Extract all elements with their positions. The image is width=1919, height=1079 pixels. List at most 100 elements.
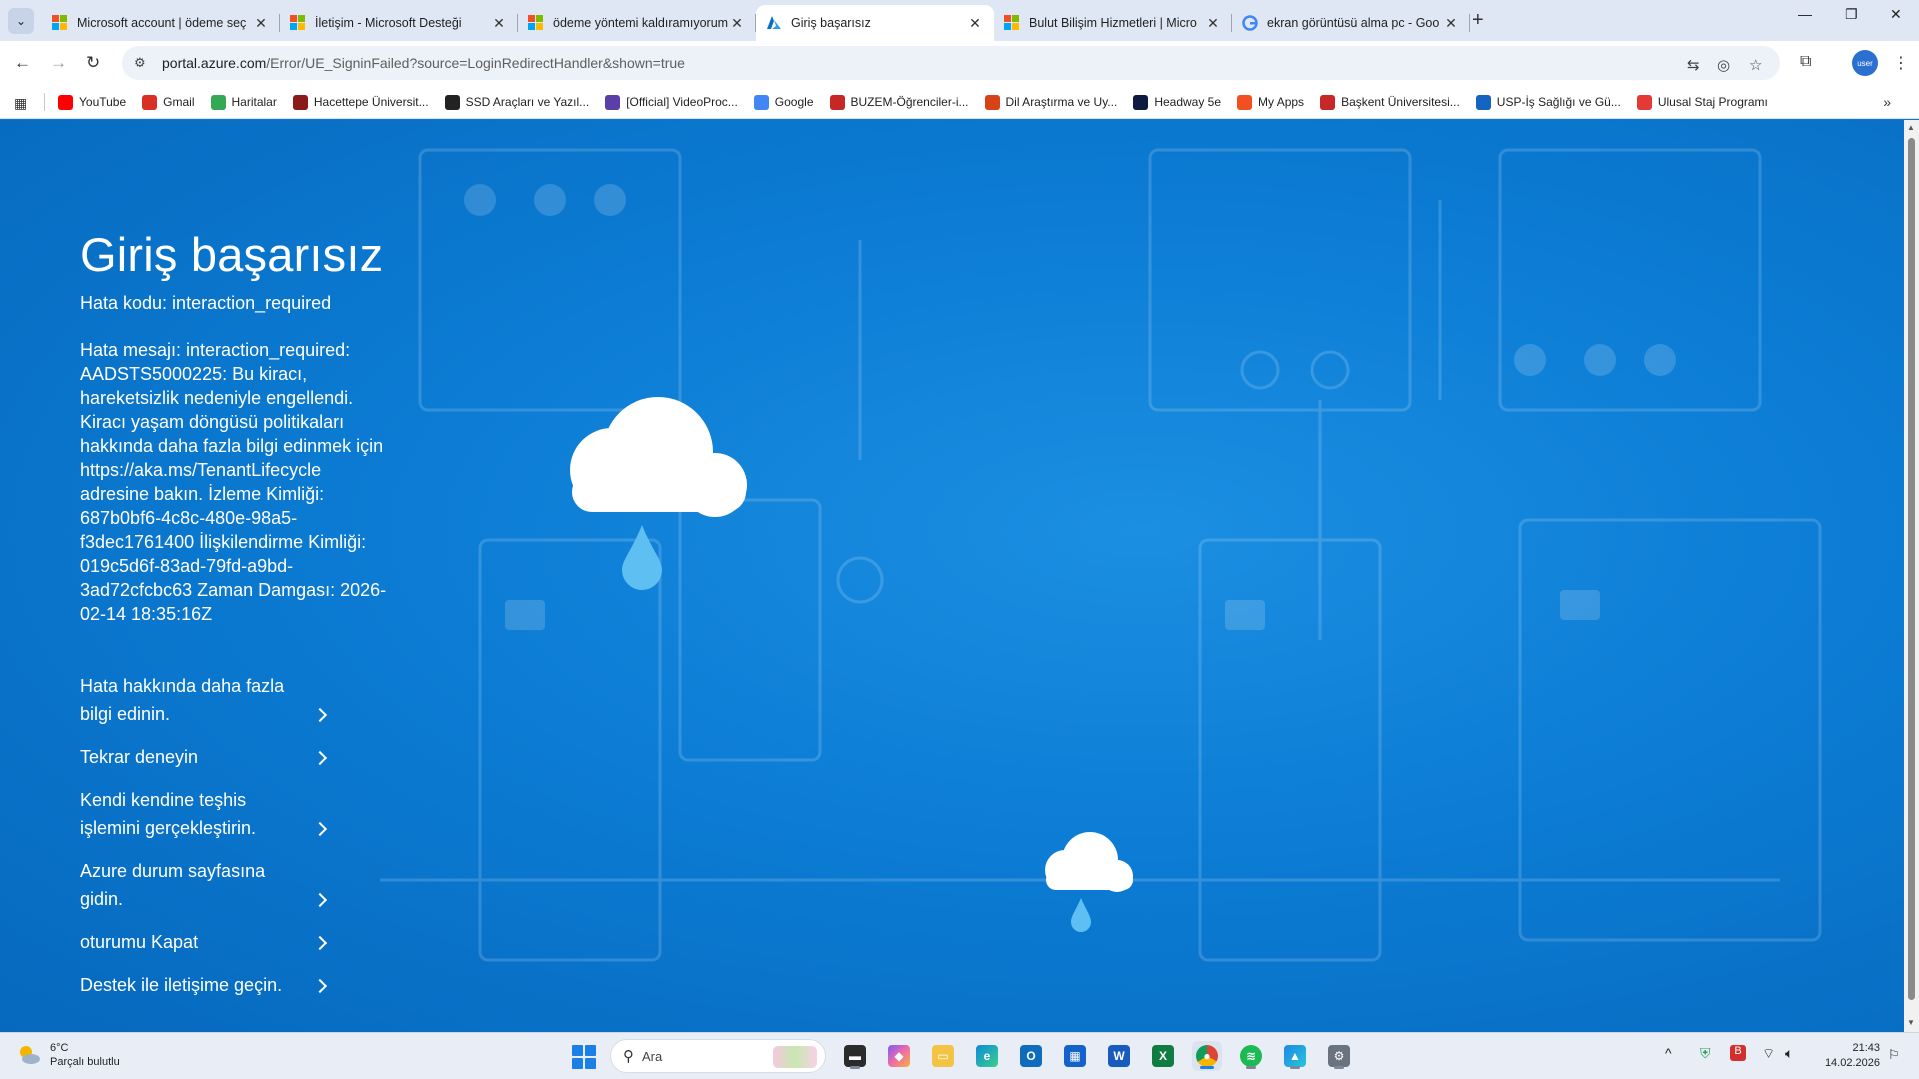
forward-arrow-icon[interactable]: → [50, 53, 67, 73]
copilot-icon: ◆ [888, 1045, 910, 1067]
close-icon[interactable]: ✕ [252, 15, 270, 32]
bookmark-item[interactable]: Gmail [142, 94, 195, 110]
search-icon: ⚲ [623, 1048, 634, 1065]
bookmark-item[interactable]: Ulusal Staj Programı [1636, 94, 1768, 110]
browser-tab[interactable]: Bulut Bilişim Hizmetleri | Micro ✕ [994, 5, 1232, 41]
browser-tab[interactable]: Giriş başarısız ✕ [756, 5, 994, 41]
error-message: Hata mesajı: interaction_required: AADST… [80, 340, 387, 624]
double-chevron-right-icon[interactable]: » [1883, 94, 1891, 110]
clock-time: 21:43 [1852, 1042, 1880, 1054]
bookmark-item[interactable]: Haritalar [210, 94, 277, 110]
scroll-down-icon[interactable]: ▼ [1907, 1018, 1915, 1027]
tab-search-button[interactable]: ⌄ [8, 8, 34, 34]
taskbar-app[interactable]: ▲ [1280, 1041, 1310, 1071]
b-app-icon[interactable]: B [1730, 1045, 1746, 1061]
more-menu-icon[interactable]: ⋮ [1893, 53, 1909, 73]
close-icon[interactable]: ✕ [490, 15, 508, 32]
contact-support-link[interactable]: Destek ile iletişime geçin. [80, 971, 328, 999]
bookmark-label: YouTube [79, 95, 127, 109]
ssd-icon [444, 94, 460, 110]
bookmark-item[interactable]: [Official] VideoProc... [605, 94, 738, 110]
browser-tab[interactable]: İletişim - Microsoft Desteği ✕ [280, 5, 518, 41]
error-page: Giriş başarısız Hata kodu: interaction_r… [0, 120, 1904, 1032]
defender-icon[interactable]: ⛨ [1700, 1045, 1711, 1062]
bookmark-label: Dil Araştırma ve Uy... [1005, 95, 1118, 109]
address-bar[interactable]: ⚙ portal.azure.com/Error/UE_SigninFailed… [122, 46, 1780, 80]
partly-cloudy-icon [20, 1046, 40, 1064]
browser-toolbar: ← → ↻ ⚙ portal.azure.com/Error/UE_Signin… [0, 41, 1919, 85]
bookmark-item[interactable]: YouTube [58, 94, 127, 110]
scroll-thumb[interactable] [1908, 138, 1915, 1000]
taskbar-app[interactable]: e [972, 1041, 1002, 1071]
tab-title: Bulut Bilişim Hizmetleri | Micro [1029, 16, 1197, 30]
volume-icon[interactable]: 🔈︎ [1785, 1045, 1793, 1062]
self-diagnose-link[interactable]: Kendi kendine teşhis işlemini gerçekleşt… [80, 786, 328, 842]
microsoft-logo-icon [290, 15, 306, 31]
bookmark-item[interactable]: My Apps [1237, 94, 1305, 110]
chevron-up-icon[interactable]: ^ [1665, 1045, 1672, 1061]
eye-off-icon[interactable]: ◎ [1717, 56, 1730, 74]
baskent-icon [1320, 94, 1336, 110]
tab-title: ödeme yöntemi kaldıramıyorum [553, 16, 728, 30]
bookmark-star-icon[interactable]: ☆ [1749, 56, 1762, 74]
bookmark-label: Gmail [163, 95, 195, 109]
translate-icon[interactable]: ⇆ [1687, 56, 1700, 74]
windows-start-icon[interactable] [572, 1045, 596, 1069]
taskbar-app[interactable]: ● [1192, 1041, 1222, 1071]
address-url[interactable]: portal.azure.com/Error/UE_SigninFailed?s… [162, 55, 685, 71]
close-icon[interactable]: ✕ [1204, 15, 1222, 32]
page-title: Giriş başarısız [80, 228, 384, 281]
site-info-icon[interactable]: ⚙ [134, 55, 156, 71]
contact-support-label: Destek ile iletişime geçin. [80, 975, 283, 995]
bookmark-item[interactable]: Headway 5e [1133, 94, 1221, 110]
taskbar-app[interactable]: O [1016, 1041, 1046, 1071]
browser-tab[interactable]: ekran görüntüsü alma pc - Goo ✕ [1232, 5, 1470, 41]
scroll-up-icon[interactable]: ▲ [1907, 123, 1915, 132]
browser-tab[interactable]: ödeme yöntemi kaldıramıyorum ✕ [518, 5, 756, 41]
taskbar-app[interactable]: ▭ [928, 1041, 958, 1071]
back-arrow-icon[interactable]: ← [14, 53, 31, 73]
bookmark-item[interactable]: Google [753, 94, 814, 110]
extensions-icon[interactable]: ⧉ [1800, 53, 1811, 71]
browser-tab[interactable]: Microsoft account | ödeme seç ✕ [42, 5, 280, 41]
taskbar-app[interactable]: W [1104, 1041, 1134, 1071]
taskbar-app[interactable]: ◆ [884, 1041, 914, 1071]
close-icon[interactable]: ✕ [966, 15, 984, 32]
bookmark-item[interactable]: Başkent Üniversitesi... [1320, 94, 1460, 110]
bookmark-item[interactable]: Dil Araştırma ve Uy... [984, 94, 1118, 110]
close-icon[interactable]: ✕ [728, 15, 746, 32]
close-window-button[interactable]: ✕ [1890, 6, 1902, 23]
restore-button[interactable]: ❐ [1845, 6, 1858, 23]
bookmark-item[interactable]: Hacettepe Üniversit... [292, 94, 429, 110]
notification-icon[interactable]: ⚐ [1888, 1047, 1900, 1063]
taskbar-search[interactable]: ⚲ Ara [610, 1039, 826, 1073]
sign-out-link[interactable]: oturumu Kapat [80, 928, 328, 956]
running-indicator [1290, 1066, 1300, 1069]
taskbar-clock[interactable]: 21:43 14.02.2026 [1818, 1041, 1880, 1071]
apps-grid-icon[interactable]: ▦ [14, 95, 27, 112]
close-icon[interactable]: ✕ [1442, 15, 1460, 32]
azure-status-link[interactable]: Azure durum sayfasına gidin. [80, 857, 328, 913]
retry-link[interactable]: Tekrar deneyin [80, 743, 328, 771]
microsoft-logo-icon [528, 15, 544, 31]
bookmark-item[interactable]: SSD Araçları ve Yazıl... [444, 94, 589, 110]
taskbar-app[interactable]: ▦ [1060, 1041, 1090, 1071]
taskbar-app[interactable]: ≋ [1236, 1041, 1266, 1071]
weather-widget[interactable]: 6°C Parçalı bulutlu [16, 1041, 120, 1069]
taskbar-app[interactable]: ⚙ [1324, 1041, 1354, 1071]
youtube-icon [58, 94, 73, 110]
taskbar-app[interactable]: ▬ [840, 1041, 870, 1071]
buzem-icon [829, 94, 845, 110]
taskbar-app[interactable]: X [1148, 1041, 1178, 1071]
learn-more-link[interactable]: Hata hakkında daha fazla bilgi edinin. [80, 672, 328, 728]
minimize-button[interactable]: — [1798, 6, 1812, 22]
page-scrollbar[interactable]: ▲ ▼ [1904, 120, 1919, 1032]
new-tab-button[interactable]: + [1472, 9, 1484, 32]
wifi-icon[interactable]: ⌔ [1762, 1045, 1775, 1063]
bookmark-item[interactable]: USP-İş Sağlığı ve Gü... [1475, 94, 1621, 110]
profile-avatar[interactable]: user [1852, 50, 1878, 76]
bookmark-item[interactable]: BUZEM-Öğrenciler-i... [829, 94, 969, 110]
bookmark-label: My Apps [1258, 95, 1305, 109]
running-indicator [1200, 1066, 1214, 1069]
reload-icon[interactable]: ↻ [86, 53, 100, 73]
